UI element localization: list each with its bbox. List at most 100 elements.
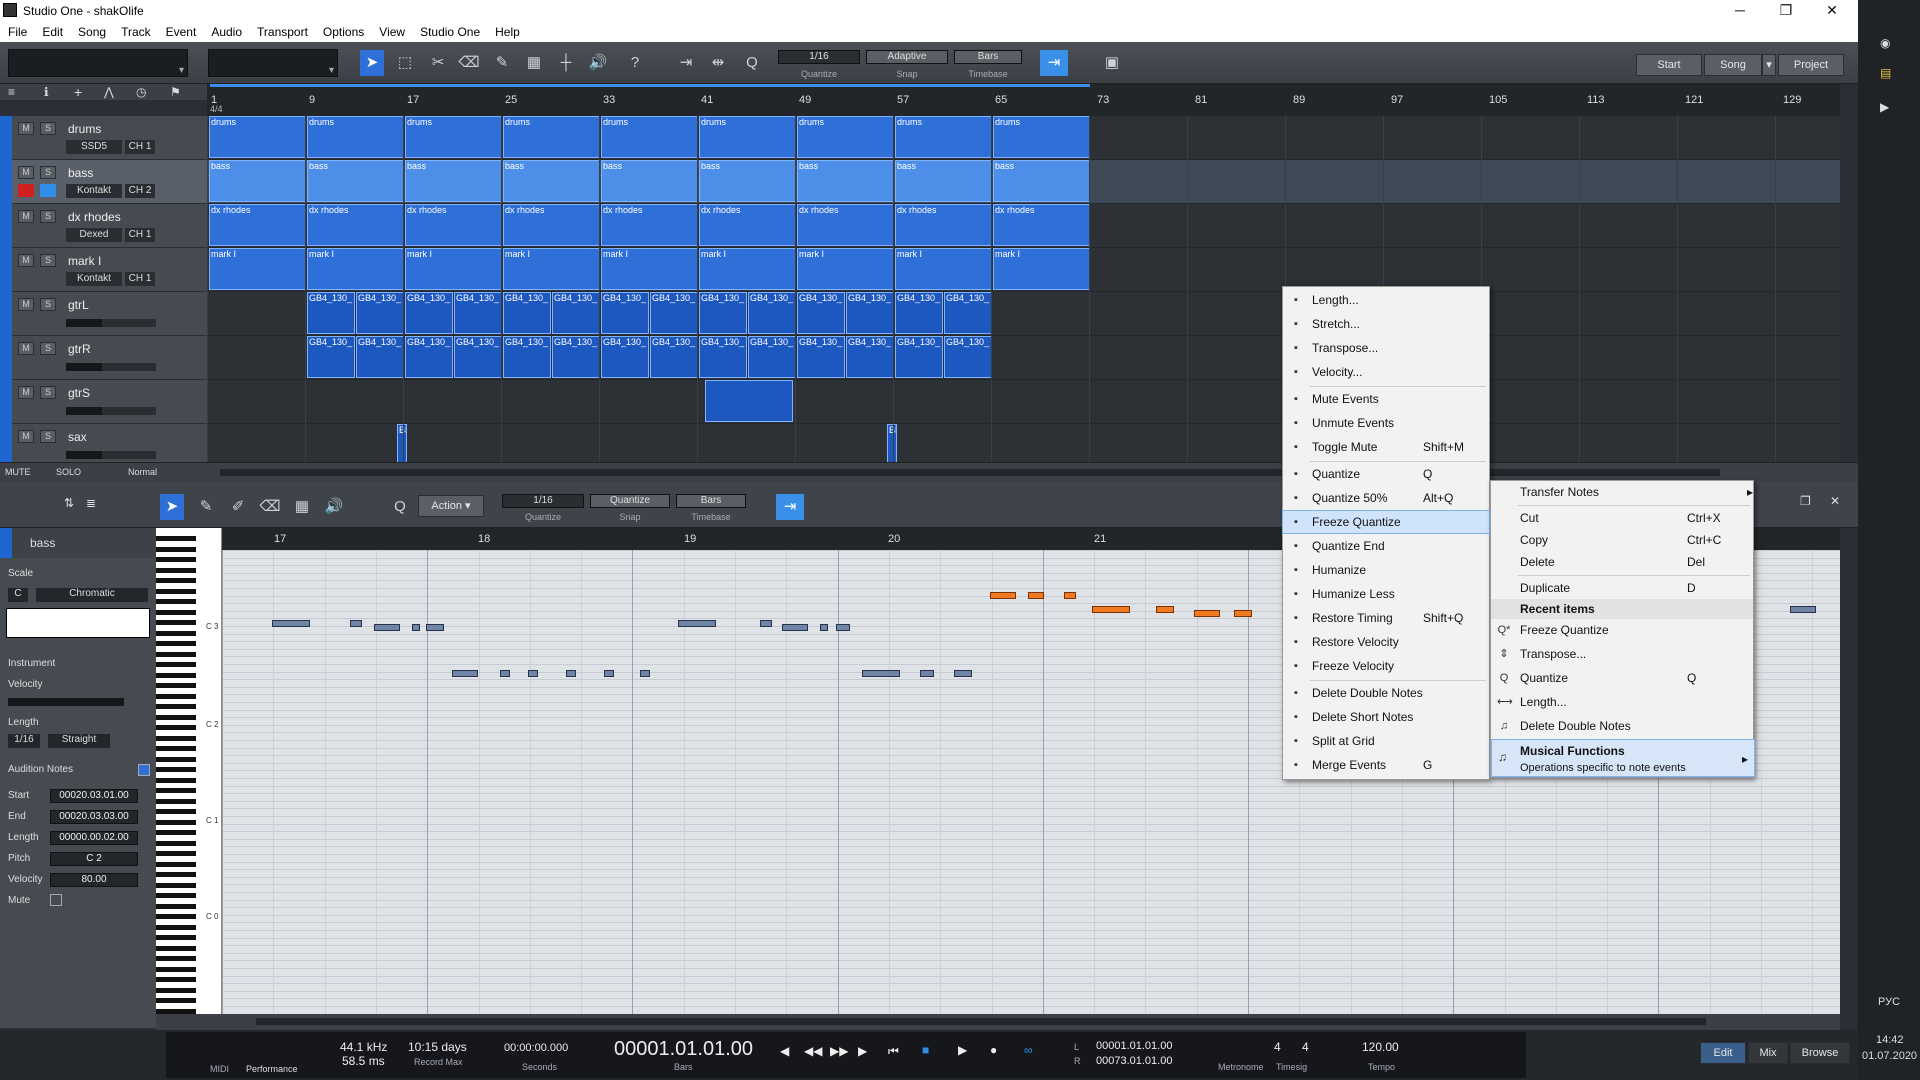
menu-toggle-mute[interactable]: ▪ Toggle Mute Shift+M [1283,436,1489,458]
gtr-clip[interactable]: GB4_130_ [797,292,845,334]
track-mark-i[interactable]: M S mark I Kontakt CH 1 [0,248,207,292]
instrument-label[interactable]: Dexed [66,228,122,242]
menu-cut[interactable]: Cut Ctrl+X [1491,507,1753,529]
black-key[interactable] [156,798,196,804]
black-key[interactable] [156,588,196,594]
gtr-clip[interactable]: GB4_130_ [699,292,747,334]
return-zero-icon[interactable]: ⏮ [888,1044,899,1059]
record-arm-button[interactable] [18,184,34,197]
mute-button[interactable]: M [18,298,34,311]
gtr-clip[interactable]: GB4_130_ [454,292,502,334]
menu-transpose[interactable]: ▪ Transpose... [1283,337,1489,359]
recent-quantize[interactable]: Q Quantize Q [1491,667,1753,689]
global-mute[interactable]: MUTE [5,467,31,477]
mark-I-clip[interactable]: mark I [503,248,600,290]
gtr-clip[interactable]: GB4_130_ [454,336,502,378]
gtr-clip[interactable]: GB4_130_ [650,292,698,334]
arrow-tool-icon[interactable]: ➤ [360,50,384,76]
volume-fader[interactable] [66,319,156,327]
bass-clip[interactable]: bass [601,160,698,202]
black-key[interactable] [156,788,196,793]
midi-note[interactable] [566,670,576,677]
performance-label[interactable]: Performance [246,1064,298,1074]
black-key[interactable] [156,998,196,1003]
mark-I-clip[interactable]: mark I [307,248,404,290]
track-name[interactable]: dx rhodes [68,210,121,224]
loop-start[interactable]: 00001.01.01.00 [1096,1040,1172,1052]
menu-length[interactable]: ▪ Length... [1283,289,1489,311]
loop-end[interactable]: 00073.01.01.00 [1096,1055,1172,1067]
channel-label[interactable]: CH 1 [125,272,155,286]
menu-transfer-notes[interactable]: Transfer Notes ▸ [1491,481,1753,503]
folder-icon[interactable]: ▤ [1880,66,1891,80]
record-icon[interactable]: ● [990,1043,997,1057]
gtr-clip[interactable]: GB4_130_ [797,336,845,378]
black-key[interactable] [156,536,196,541]
black-key[interactable] [156,882,196,888]
maximize-button[interactable]: ❐ [1766,2,1806,19]
dx-rhodes-clip[interactable]: dx rhodes [993,204,1090,246]
editor-paint-icon[interactable]: ✐ [226,494,250,520]
editor-snap-value[interactable]: Quantize [590,494,670,508]
mute-button[interactable]: M [18,430,34,443]
lane-drums[interactable]: drums drums drums drums drums drums drums drums… [207,116,1840,160]
gtr-clip[interactable]: GB4_130_ [699,336,747,378]
track-dx-rhodes[interactable]: M S dx rhodes Dexed CH 1 [0,204,207,248]
midi-note[interactable] [1234,610,1252,617]
midi-note[interactable] [836,624,850,631]
menu-restore-velocity[interactable]: ▪ Restore Velocity [1283,631,1489,653]
menu-mute-events[interactable]: ▪ Mute Events [1283,388,1489,410]
menu-event[interactable]: Event [158,22,204,39]
gtr-clip[interactable]: GB4_130_ [846,292,894,334]
gtr-clip[interactable]: GB4_130_ [748,292,796,334]
dx-rhodes-clip[interactable]: dx rhodes [699,204,796,246]
black-key[interactable] [156,609,196,615]
gtr-clip[interactable]: GB4_130_ [405,336,453,378]
minimize-button[interactable]: ─ [1720,2,1760,18]
menu-merge-events[interactable]: ▪ Merge Events G [1283,754,1489,776]
menu-view[interactable]: View [371,22,412,39]
midi-note[interactable] [862,670,900,677]
track-gtrl[interactable]: M S gtrL [0,292,207,336]
volume-fader[interactable] [66,451,156,459]
editor-eraser-icon[interactable]: ⌫ [258,494,282,520]
horizontal-scrollbar[interactable] [220,469,1720,476]
menu-copy[interactable]: Copy Ctrl+C [1491,529,1753,551]
editor-pencil-icon[interactable]: ✎ [194,494,218,520]
loop-icon[interactable]: ∞ [1024,1043,1033,1057]
menu-delete[interactable]: Delete Del [1491,551,1753,573]
midi-note[interactable] [1028,592,1044,599]
solo-button[interactable]: S [40,210,56,223]
drums-clip[interactable]: drums [797,116,894,158]
menu-duplicate[interactable]: Duplicate D [1491,577,1753,599]
channel-label[interactable]: CH 1 [125,140,155,154]
mix-button[interactable]: Mix [1748,1042,1788,1064]
midi-note[interactable] [452,670,478,677]
track-name[interactable]: gtrS [68,386,90,400]
editor-detach-icon[interactable]: ❐ [1800,494,1811,508]
split-tool-icon[interactable]: ✂ [426,50,450,76]
app-icon[interactable]: ▶ [1880,100,1889,114]
editor-listen-icon[interactable]: 🔊 [322,494,346,520]
gtr-clip[interactable]: GB4_130_ [307,292,355,334]
gtr-clip[interactable]: GB4_130_ [895,292,943,334]
dx-rhodes-clip[interactable]: dx rhodes [405,204,502,246]
channel-label[interactable]: CH 1 [125,228,155,242]
recent-freeze-quantize[interactable]: Q* Freeze Quantize [1491,619,1753,641]
bend-tool-icon[interactable]: ┼ [554,50,578,76]
gtr-clip[interactable]: GB4_130_ [601,292,649,334]
track-gtrs[interactable]: M S gtrS [0,380,207,424]
gtr-clip[interactable]: GB4_130_ [503,292,551,334]
rewind-icon[interactable]: ◀ [780,1044,789,1058]
midi-note[interactable] [1064,592,1076,599]
midi-note[interactable] [1092,606,1130,613]
black-key[interactable] [156,599,196,604]
track-name[interactable]: bass [68,166,93,180]
lane-mark-i[interactable]: mark Imark Imark Imark Imark Imark Imark… [207,248,1840,292]
gtr-clip[interactable]: GB4_130_ [944,292,992,334]
black-key[interactable] [156,767,196,772]
preset-select[interactable] [8,49,188,77]
black-key[interactable] [156,924,196,930]
black-key[interactable] [156,851,196,856]
track-mode[interactable]: Normal [128,467,157,477]
